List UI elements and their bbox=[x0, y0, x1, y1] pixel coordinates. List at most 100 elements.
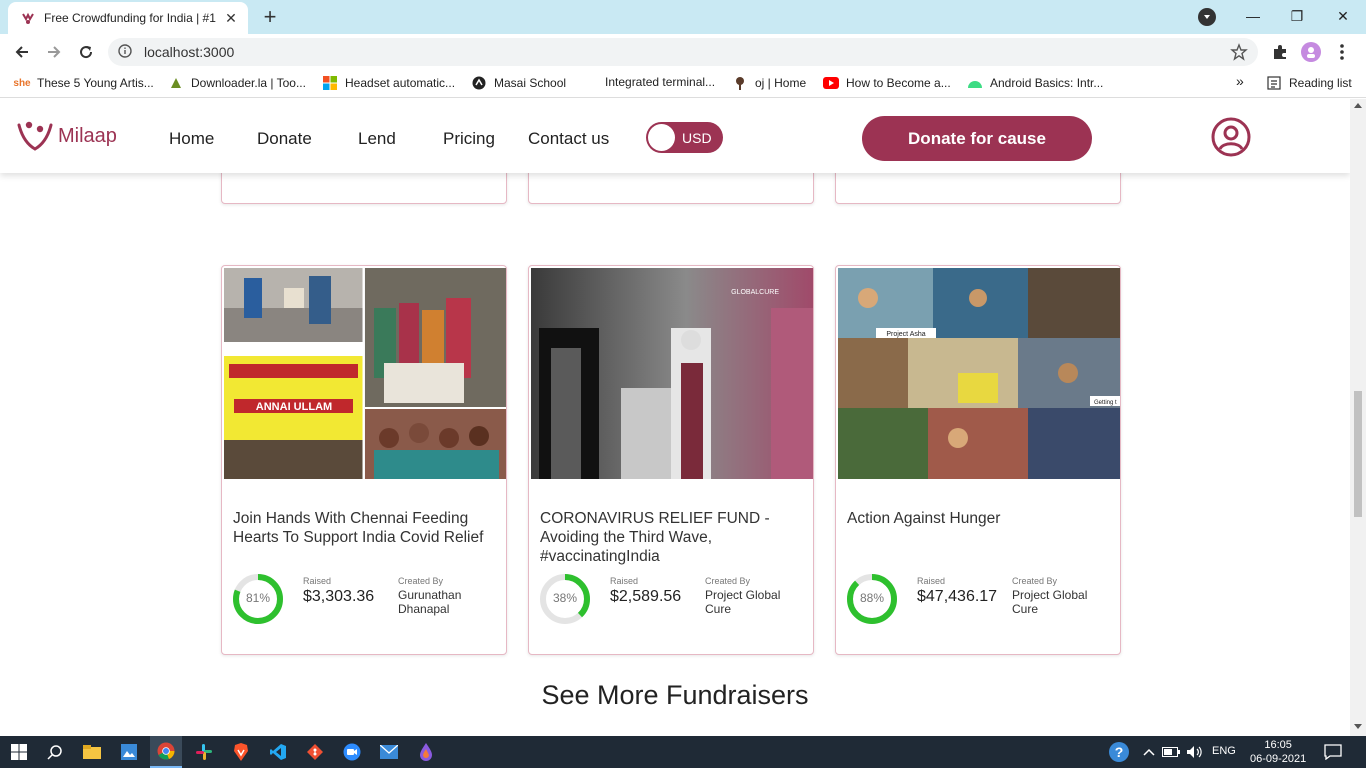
fundraiser-image: ANNAI ULLAM bbox=[224, 268, 506, 479]
raised-amount: $3,303.36 bbox=[303, 588, 375, 605]
currency-toggle[interactable]: USD bbox=[646, 122, 723, 153]
address-bar[interactable]: localhost:3000 bbox=[108, 38, 1258, 66]
file-explorer-icon[interactable] bbox=[81, 741, 103, 763]
profile-avatar-icon[interactable] bbox=[1301, 42, 1321, 62]
nav-pricing[interactable]: Pricing bbox=[443, 129, 495, 149]
restore-icon[interactable]: ❐ bbox=[1274, 0, 1320, 32]
milaap-logo[interactable]: Milaap bbox=[16, 119, 117, 153]
battery-icon[interactable] bbox=[1160, 741, 1182, 763]
user-account-icon[interactable] bbox=[1211, 117, 1251, 157]
close-window-icon[interactable]: ✕ bbox=[1320, 0, 1366, 32]
site-info-icon[interactable] bbox=[118, 43, 132, 61]
she-icon: she bbox=[13, 77, 31, 89]
bookmark-label: These 5 Young Artis... bbox=[37, 76, 154, 90]
reload-icon[interactable] bbox=[74, 40, 98, 64]
android-icon bbox=[967, 75, 983, 91]
tab-close-icon[interactable]: ✕ bbox=[222, 9, 240, 27]
photos-app-icon[interactable] bbox=[118, 741, 140, 763]
reading-list-button[interactable]: Reading list bbox=[1266, 75, 1352, 91]
bookmark-item[interactable]: Android Basics: Intr... bbox=[967, 75, 1103, 91]
nav-lend[interactable]: Lend bbox=[358, 129, 396, 149]
progress-percent: 88% bbox=[859, 591, 885, 605]
scroll-down-icon[interactable] bbox=[1354, 724, 1362, 729]
project-asha-image-text: Project Asha bbox=[886, 331, 925, 338]
tab-title: Free Crowdfunding for India | #1 bbox=[44, 11, 216, 25]
fundraiser-title[interactable]: CORONAVIRUS RELIEF FUND - Avoiding the T… bbox=[540, 509, 800, 566]
bookmark-label: Headset automatic... bbox=[345, 76, 456, 90]
nav-home[interactable]: Home bbox=[169, 129, 214, 149]
bookmark-item[interactable]: she These 5 Young Artis... bbox=[13, 75, 154, 91]
raised-label: Raised bbox=[610, 576, 639, 586]
volume-icon[interactable] bbox=[1184, 741, 1206, 763]
fundraiser-card[interactable]: ANNAI ULLAM Join Hands With Chennai Feed… bbox=[221, 265, 507, 655]
masai-icon bbox=[471, 75, 487, 91]
bookmark-item[interactable]: Masai School bbox=[471, 75, 566, 91]
bookmark-label: Downloader.la | Too... bbox=[191, 76, 306, 90]
downloader-icon bbox=[168, 75, 184, 91]
progress-ring: 88% bbox=[846, 573, 898, 625]
fundraiser-card[interactable]: GLOBALCURE CORONAVIRUS RELIEF FUND - Avo… bbox=[528, 265, 814, 655]
windows-start-icon[interactable] bbox=[8, 741, 30, 763]
progress-percent: 38% bbox=[552, 591, 578, 605]
tray-chevron-icon[interactable] bbox=[1138, 741, 1160, 763]
created-by-label: Created By bbox=[1012, 576, 1058, 586]
svg-text:?: ? bbox=[1115, 744, 1124, 760]
toggle-knob bbox=[648, 124, 675, 151]
milaap-favicon-icon bbox=[20, 10, 36, 26]
bookmarks-bar: she These 5 Young Artis... Downloader.la… bbox=[0, 70, 1366, 98]
mail-icon[interactable] bbox=[378, 741, 400, 763]
bookmark-item[interactable]: Integrated terminal... bbox=[605, 75, 715, 89]
bookmarks-overflow-button[interactable]: » bbox=[1236, 73, 1244, 89]
tab-search-icon[interactable] bbox=[1198, 8, 1216, 26]
see-more-fundraisers-link[interactable]: See More Fundraisers bbox=[0, 680, 1350, 711]
new-tab-button[interactable]: + bbox=[258, 4, 282, 29]
browser-menu-icon[interactable] bbox=[1332, 42, 1352, 62]
scroll-up-icon[interactable] bbox=[1354, 103, 1362, 108]
bookmark-label: Android Basics: Intr... bbox=[990, 76, 1104, 90]
paint-drop-icon[interactable] bbox=[415, 741, 437, 763]
reading-list-icon bbox=[1266, 75, 1282, 91]
fundraiser-title[interactable]: Join Hands With Chennai Feeding Hearts T… bbox=[233, 509, 493, 547]
progress-ring: 81% bbox=[232, 573, 284, 625]
nav-donate[interactable]: Donate bbox=[257, 129, 312, 149]
browser-tab[interactable]: Free Crowdfunding for India | #1 ✕ bbox=[8, 2, 248, 34]
gitkraken-icon[interactable] bbox=[304, 741, 326, 763]
vscode-icon[interactable] bbox=[267, 741, 289, 763]
site-header: Milaap Home Donate Lend Pricing Contact … bbox=[0, 99, 1350, 173]
bookmark-label: Masai School bbox=[494, 76, 567, 90]
bookmark-item[interactable]: How to Become a... bbox=[823, 75, 951, 91]
donate-for-cause-button[interactable]: Donate for cause bbox=[862, 116, 1092, 161]
fundraiser-title[interactable]: Action Against Hunger bbox=[847, 509, 1107, 528]
back-icon[interactable] bbox=[10, 40, 34, 64]
oj-icon bbox=[732, 75, 748, 91]
search-icon[interactable] bbox=[44, 741, 66, 763]
minimize-icon[interactable]: — bbox=[1230, 0, 1276, 32]
fundraiser-image: Project Asha Getting t bbox=[838, 268, 1120, 479]
bookmark-item[interactable]: oj | Home bbox=[732, 75, 806, 91]
currency-label: USD bbox=[682, 130, 712, 146]
bookmark-item[interactable]: Headset automatic... bbox=[322, 75, 455, 91]
help-icon[interactable]: ? bbox=[1108, 741, 1130, 763]
forward-icon[interactable] bbox=[42, 40, 66, 64]
created-by-label: Created By bbox=[705, 576, 751, 586]
bookmark-item[interactable]: Downloader.la | Too... bbox=[168, 75, 306, 91]
reading-list-label: Reading list bbox=[1289, 76, 1352, 90]
slack-icon[interactable] bbox=[193, 741, 215, 763]
page-scrollbar[interactable] bbox=[1350, 99, 1366, 736]
fundraiser-card[interactable]: Project Asha Getting t Action Against Hu… bbox=[835, 265, 1121, 655]
scrollbar-thumb[interactable] bbox=[1354, 391, 1362, 517]
language-indicator[interactable]: ENG bbox=[1212, 745, 1236, 757]
notifications-icon[interactable] bbox=[1322, 741, 1344, 763]
extensions-icon[interactable] bbox=[1270, 42, 1290, 62]
chrome-taskbar-icon[interactable] bbox=[150, 736, 182, 768]
brave-icon[interactable] bbox=[230, 741, 252, 763]
bookmark-label: How to Become a... bbox=[846, 76, 951, 90]
zoom-icon[interactable] bbox=[341, 741, 363, 763]
browser-tab-strip: Free Crowdfunding for India | #1 ✕ + — ❐… bbox=[0, 0, 1366, 34]
progress-ring: 38% bbox=[539, 573, 591, 625]
bookmark-star-icon[interactable] bbox=[1230, 43, 1248, 64]
getting-image-text: Getting t bbox=[1094, 400, 1117, 406]
page-viewport: Milaap Home Donate Lend Pricing Contact … bbox=[0, 99, 1350, 736]
system-clock[interactable]: 16:05 06-09-2021 bbox=[1250, 738, 1306, 766]
nav-contact-us[interactable]: Contact us bbox=[528, 129, 609, 149]
